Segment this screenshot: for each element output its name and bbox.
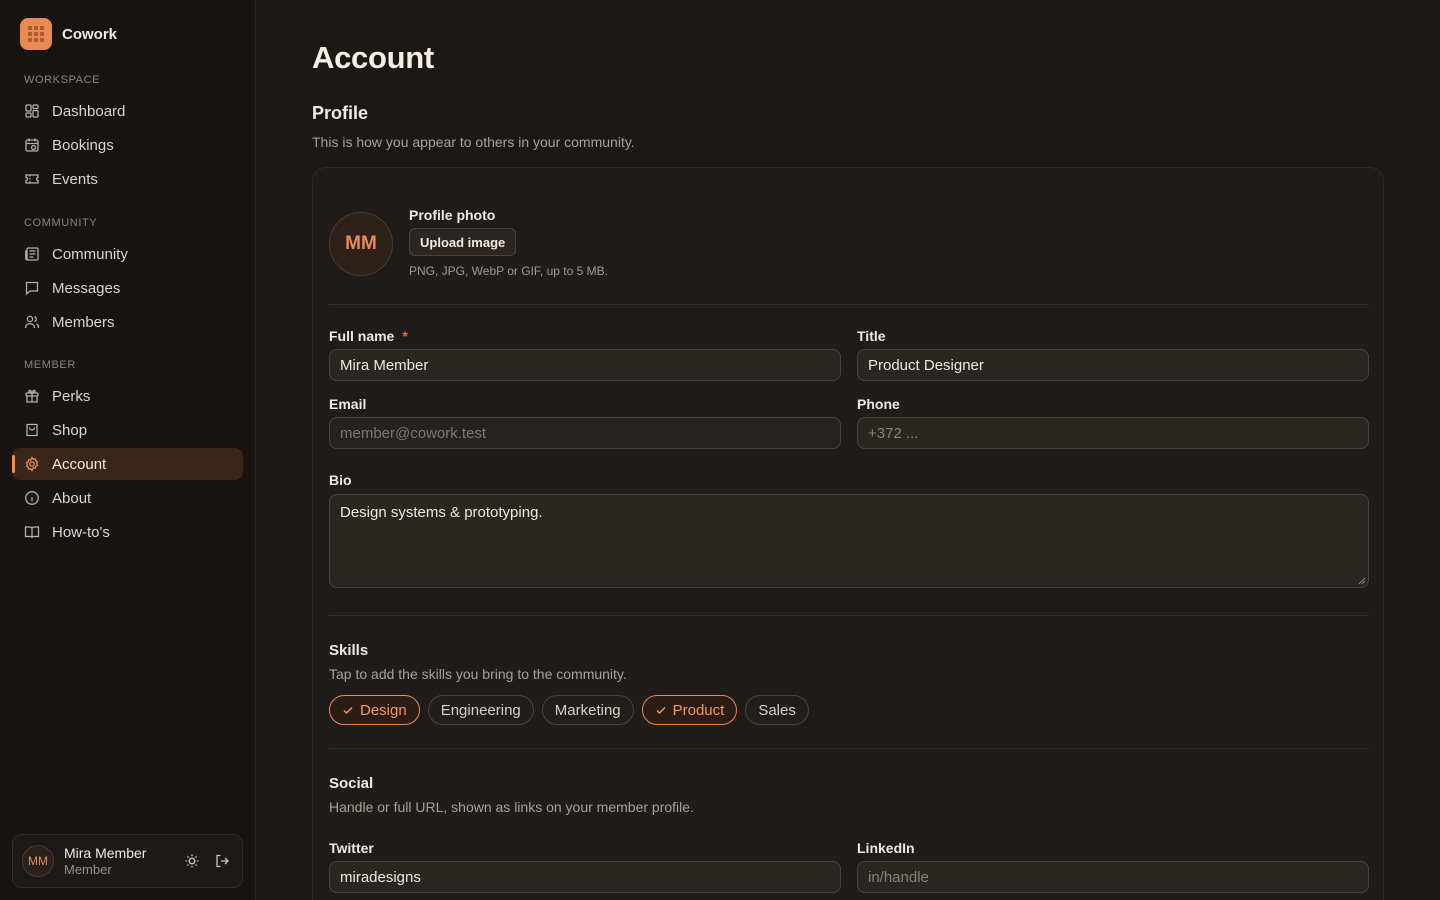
- social-subtitle: Handle or full URL, shown as links on yo…: [329, 799, 694, 815]
- twitter-field[interactable]: miradesigns: [329, 861, 841, 893]
- sidebar-item-account[interactable]: Account: [12, 448, 243, 480]
- sidebar-item-perks[interactable]: Perks: [12, 380, 243, 412]
- ticket-icon: [24, 171, 40, 187]
- skills-title: Skills: [329, 642, 369, 659]
- sidebar-item-messages[interactable]: Messages: [12, 272, 243, 304]
- sidebar-item-label: Bookings: [52, 136, 114, 154]
- nav-section-member: MEMBER Perks Shop Account About How-to's: [0, 357, 256, 548]
- nav-heading: MEMBER: [24, 359, 76, 371]
- user-info: Mira Member Member: [64, 845, 146, 878]
- skill-chip-label: Design: [360, 701, 407, 719]
- skills-chips: Design Engineering Marketing Product Sal…: [329, 695, 809, 725]
- skills-subtitle: Tap to add the skills you bring to the c…: [329, 666, 627, 682]
- skill-chip-sales[interactable]: Sales: [745, 695, 809, 725]
- sun-icon[interactable]: [184, 853, 200, 869]
- nav-heading: WORKSPACE: [24, 74, 101, 86]
- title-label: Title: [857, 328, 886, 344]
- page-title: Account: [312, 40, 434, 75]
- twitter-label: Twitter: [329, 840, 374, 856]
- sidebar-item-label: Events: [52, 170, 98, 188]
- sidebar-item-label: Dashboard: [52, 102, 126, 120]
- resize-handle-icon[interactable]: [1358, 577, 1366, 585]
- skill-chip-engineering[interactable]: Engineering: [427, 695, 534, 725]
- bio-textarea[interactable]: Design systems & prototyping.: [329, 494, 1369, 588]
- profile-photo-label: Profile photo: [409, 207, 496, 223]
- upload-image-button[interactable]: Upload image: [409, 228, 517, 256]
- skill-chip-product[interactable]: Product: [641, 695, 738, 725]
- phone-field[interactable]: +372 ...: [857, 417, 1369, 449]
- user-name: Mira Member: [64, 844, 147, 861]
- users-icon: [24, 314, 40, 330]
- brand[interactable]: Cowork: [20, 18, 117, 50]
- avatar: MM: [22, 845, 54, 877]
- sidebar-item-label: How-to's: [52, 523, 110, 541]
- user-role: Member: [64, 861, 112, 877]
- skill-chip-label: Sales: [758, 701, 796, 719]
- sidebar-item-label: About: [52, 489, 92, 507]
- linkedin-label: LinkedIn: [857, 840, 915, 856]
- skill-chip-design[interactable]: Design: [329, 695, 420, 725]
- bio-text: Design systems & prototyping.: [340, 504, 543, 521]
- sidebar-item-label: Perks: [52, 387, 91, 405]
- message-icon: [24, 280, 40, 296]
- skill-chip-label: Marketing: [554, 701, 621, 719]
- book-icon: [24, 524, 40, 540]
- linkedin-field[interactable]: in/handle: [857, 861, 1369, 893]
- bag-icon: [24, 422, 40, 438]
- full-name-field[interactable]: Mira Member: [329, 349, 841, 381]
- skill-chip-label: Engineering: [440, 701, 521, 719]
- brand-name: Cowork: [62, 25, 118, 43]
- bio-label: Bio: [329, 472, 352, 488]
- sidebar-item-how-tos[interactable]: How-to's: [12, 516, 243, 548]
- cowork-logo-icon: [20, 18, 52, 50]
- sidebar-item-community[interactable]: Community: [12, 238, 243, 270]
- required-marker: *: [402, 328, 408, 344]
- sidebar-item-label: Messages: [52, 279, 121, 297]
- sidebar-item-label: Shop: [52, 421, 88, 439]
- gift-icon: [24, 388, 40, 404]
- profile-card: MM Profile photo Upload image PNG, JPG, …: [312, 167, 1384, 900]
- logout-icon[interactable]: [214, 853, 230, 869]
- sidebar-item-about[interactable]: About: [12, 482, 243, 514]
- sidebar: Cowork WORKSPACE Dashboard Bookings Even…: [0, 0, 256, 900]
- full-name-label: Full name *: [329, 328, 408, 344]
- dashboard-icon: [24, 103, 40, 119]
- skill-chip-marketing[interactable]: Marketing: [541, 695, 634, 725]
- sidebar-item-bookings[interactable]: Bookings: [12, 129, 243, 161]
- sidebar-item-members[interactable]: Members: [12, 306, 243, 338]
- profile-photo-hint: PNG, JPG, WebP or GIF, up to 5 MB.: [409, 264, 608, 278]
- divider: [329, 304, 1369, 305]
- newspaper-icon: [24, 246, 40, 262]
- sidebar-item-events[interactable]: Events: [12, 163, 243, 195]
- sidebar-item-label: Members: [52, 313, 115, 331]
- gear-icon: [24, 456, 40, 472]
- profile-section-subtitle: This is how you appear to others in your…: [312, 134, 635, 150]
- social-title: Social: [329, 775, 374, 792]
- title-field[interactable]: Product Designer: [857, 349, 1369, 381]
- check-icon: [342, 704, 354, 716]
- user-card[interactable]: MM Mira Member Member: [12, 834, 243, 888]
- info-icon: [24, 490, 40, 506]
- profile-avatar: MM: [329, 212, 393, 276]
- sidebar-item-label: Account: [52, 455, 107, 473]
- sidebar-item-shop[interactable]: Shop: [12, 414, 243, 446]
- skill-chip-label: Product: [672, 701, 725, 719]
- email-label: Email: [329, 396, 367, 412]
- sidebar-item-dashboard[interactable]: Dashboard: [12, 95, 243, 127]
- nav-heading: COMMUNITY: [24, 217, 98, 229]
- profile-section-title: Profile: [312, 103, 369, 123]
- full-name-label-text: Full name: [329, 328, 395, 344]
- sidebar-item-label: Community: [52, 245, 128, 263]
- user-actions: [184, 853, 230, 869]
- email-field[interactable]: member@cowork.test: [329, 417, 841, 449]
- divider: [329, 615, 1369, 616]
- nav-section-workspace: WORKSPACE Dashboard Bookings Events: [0, 72, 256, 195]
- calendar-icon: [24, 137, 40, 153]
- divider: [329, 748, 1369, 749]
- nav-section-community: COMMUNITY Community Messages Members: [0, 215, 256, 338]
- phone-label: Phone: [857, 396, 900, 412]
- check-icon: [655, 704, 667, 716]
